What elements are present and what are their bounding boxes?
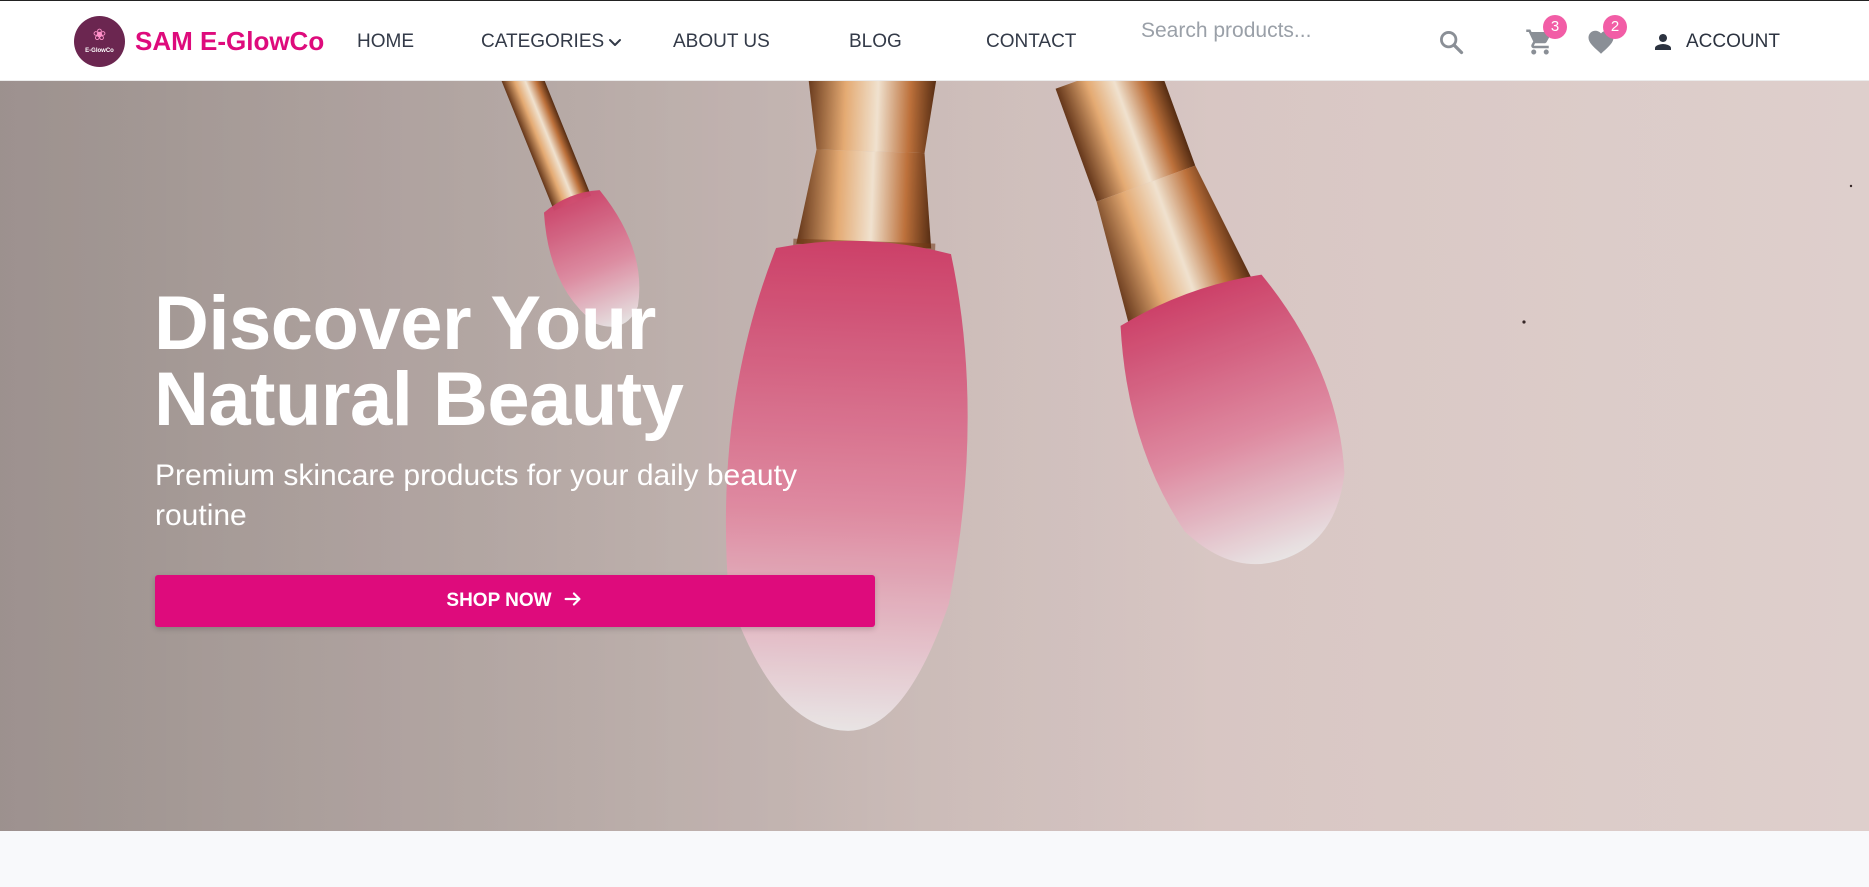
- logo[interactable]: ❀ E-GlowCo: [74, 16, 125, 67]
- nav-categories[interactable]: CATEGORIES: [481, 31, 604, 53]
- arrow-right-icon: [564, 592, 581, 607]
- nav-about-us[interactable]: ABOUT US: [673, 31, 770, 53]
- account-link[interactable]: ACCOUNT: [1686, 31, 1780, 53]
- wishlist-count-badge: 2: [1603, 15, 1627, 39]
- hero-subtitle: Premium skincare products for your daily…: [155, 459, 797, 532]
- logo-text: E-GlowCo: [85, 48, 114, 54]
- search-icon[interactable]: [1437, 28, 1465, 56]
- hero-title-line-1: Discover Your: [154, 281, 656, 366]
- nav-contact[interactable]: CONTACT: [986, 31, 1076, 53]
- person-icon[interactable]: [1651, 30, 1675, 54]
- nav-home[interactable]: HOME: [357, 31, 414, 53]
- hero-title: Discover Your Natural Beauty: [154, 286, 934, 438]
- hero-title-line-2: Natural Beauty: [154, 357, 684, 442]
- search-input[interactable]: [1130, 11, 1460, 51]
- shop-now-label: SHOP NOW: [446, 590, 552, 611]
- cart-count-badge: 3: [1543, 15, 1567, 39]
- logo-flower-icon: ❀: [92, 27, 107, 44]
- site-header: ❀ E-GlowCo SAM E-GlowCo HOME CATEGORIES …: [0, 0, 1869, 81]
- shop-now-button[interactable]: SHOP NOW: [155, 575, 875, 627]
- hero-banner: Discover Your Natural Beauty Premium ski…: [0, 81, 1869, 831]
- nav-blog[interactable]: BLOG: [849, 31, 902, 53]
- page-content-start: [0, 831, 1869, 887]
- brand-name[interactable]: SAM E-GlowCo: [135, 26, 324, 57]
- chevron-down-icon[interactable]: [607, 35, 623, 51]
